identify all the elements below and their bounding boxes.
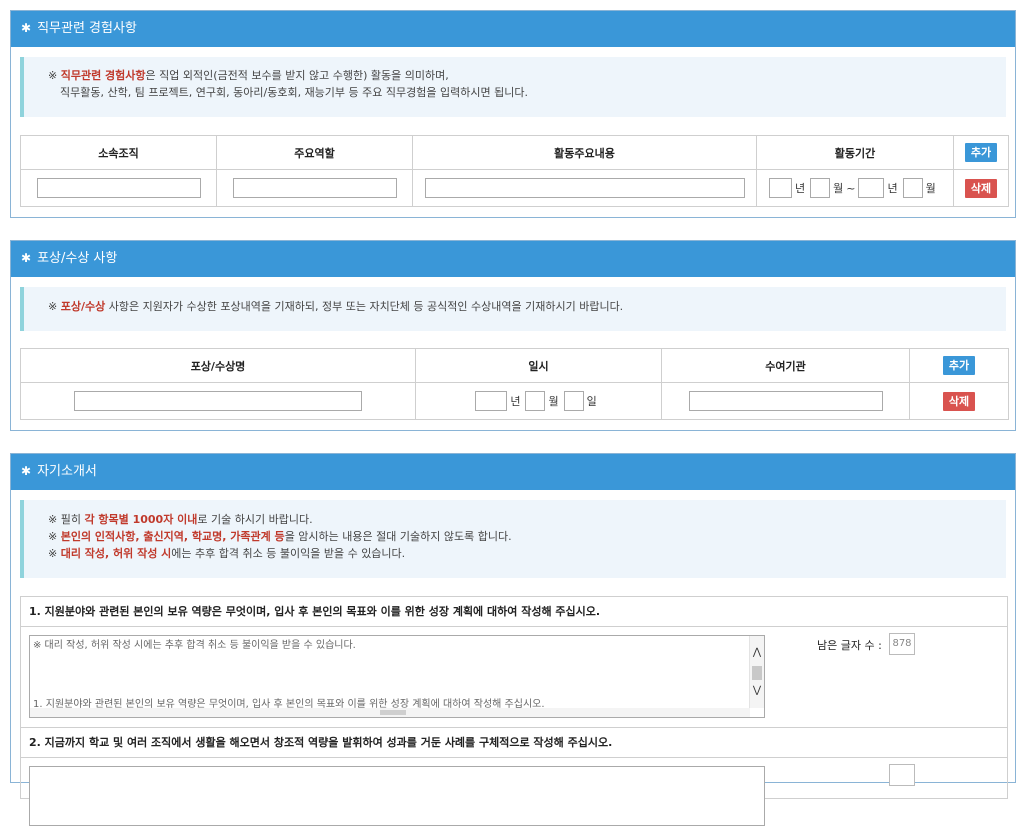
awards-section: ✱ 포상/수상 사항 ※ 포상/수상 사항은 지원자가 수상한 포상내역을 기재하… [10, 240, 1016, 431]
activity-input[interactable] [424, 178, 745, 198]
scroll-down-icon[interactable]: ⋁ [750, 684, 764, 698]
questions-table: 1. 지원분야와 관련된 본인의 보유 역량은 무엇이며, 입사 후 본인의 목… [20, 596, 1008, 826]
award-day-input[interactable] [563, 391, 584, 411]
col-award-name: 포상/수상명 [20, 348, 416, 383]
issuer-input[interactable] [688, 391, 883, 411]
start-year-input[interactable] [769, 178, 792, 198]
experience-table: 소속조직 주요역할 활동주요내용 활동기간 추가 년 월 ~ 년 월 삭제 [20, 135, 1009, 207]
year-label: 년 [510, 395, 521, 408]
notice-text: 사항은 지원자가 수상한 포상내역을 기재하되, 정부 또는 자치단체 등 공식… [105, 300, 624, 313]
textarea-line: ※ 대리 작성, 허위 작성 시에는 추후 합격 취소 등 불이익을 받을 수 … [33, 640, 356, 651]
awards-table: 포상/수상명 일시 수여기관 추가 년 월 일 삭제 [20, 348, 1009, 420]
notice-text: 을 암시하는 내용은 절대 기술하지 않도록 합니다. [284, 530, 512, 543]
col-role: 주요역할 [216, 135, 413, 170]
hscroll-thumb[interactable] [380, 710, 406, 715]
organization-input[interactable] [36, 178, 201, 198]
month-label: 월 [833, 182, 844, 195]
notice-text: 에는 추후 합격 취소 등 불이익을 받을 수 있습니다. [171, 547, 406, 560]
question-2-body [20, 758, 1008, 826]
experience-title: 직무관련 경험사항 [37, 21, 137, 36]
scroll-thumb[interactable] [752, 666, 762, 680]
awards-title: 포상/수상 사항 [37, 251, 118, 266]
notice-highlight: 각 항목별 1000자 이내 [84, 513, 198, 526]
notice-highlight: 대리 작성, 허위 작성 시 [60, 547, 172, 560]
intro-section: ✱ 자기소개서 ※ 필히 각 항목별 1000자 이내로 기술 하시기 바랍니다.… [10, 453, 1016, 826]
tilde-label: ~ [846, 181, 856, 195]
year-label: 년 [887, 182, 898, 195]
start-month-input[interactable] [810, 178, 831, 198]
asterisk-icon: ✱ [21, 21, 32, 35]
delete-award-button[interactable]: 삭제 [942, 391, 976, 411]
award-name-input[interactable] [74, 391, 362, 411]
notice-highlight: 직무관련 경험사항 [60, 69, 146, 82]
intro-title: 자기소개서 [37, 464, 97, 479]
month-label: 월 [925, 182, 936, 195]
col-organization: 소속조직 [20, 135, 217, 170]
remaining-chars-label: 남은 글자 수 : [817, 639, 882, 652]
question-1-title: 1. 지원분야와 관련된 본인의 보유 역량은 무엇이며, 입사 후 본인의 목… [29, 605, 601, 618]
experience-notice: ※ 직무관련 경험사항은 직업 외적인(금전적 보수를 받지 않고 수행한) 활… [20, 57, 1006, 117]
awards-notice: ※ 포상/수상 사항은 지원자가 수상한 포상내역을 기재하되, 정부 또는 자… [20, 287, 1006, 331]
delete-experience-button[interactable]: 삭제 [964, 178, 998, 198]
col-issuer: 수여기관 [661, 348, 910, 383]
vertical-scrollbar[interactable]: ⋀ ⋁ [749, 636, 764, 708]
col-period: 활동기간 [756, 135, 954, 170]
remaining-chars-value: 878 [889, 633, 915, 655]
experience-header: ✱ 직무관련 경험사항 [11, 11, 1015, 47]
notice-text: ※ 필히 [48, 513, 85, 526]
notice-text: ※ [48, 547, 61, 560]
award-year-input[interactable] [475, 391, 508, 411]
remaining-chars-value-2 [889, 764, 915, 786]
scroll-up-icon[interactable]: ⋀ [750, 646, 764, 660]
horizontal-scrollbar[interactable] [30, 708, 750, 717]
role-input[interactable] [232, 178, 397, 198]
intro-header: ✱ 자기소개서 [11, 454, 1015, 490]
intro-notice: ※ 필히 각 항목별 1000자 이내로 기술 하시기 바랍니다. ※ 본인의 … [20, 500, 1006, 578]
award-month-input[interactable] [525, 391, 546, 411]
end-year-input[interactable] [858, 178, 885, 198]
end-month-input[interactable] [902, 178, 923, 198]
asterisk-icon: ✱ [21, 251, 32, 265]
question-1-textarea[interactable]: ※ 대리 작성, 허위 작성 시에는 추후 합격 취소 등 불이익을 받을 수 … [29, 635, 765, 718]
month-label: 월 [548, 395, 559, 408]
year-label: 년 [795, 182, 806, 195]
notice-highlight: 본인의 인적사항, 출신지역, 학교명, 가족관계 등 [60, 530, 285, 543]
awards-header: ✱ 포상/수상 사항 [11, 241, 1015, 277]
question-2-header: 2. 지금까지 학교 및 여러 조직에서 생활을 해오면서 창조적 역량을 발휘… [20, 728, 1008, 758]
notice-line2: 직무활동, 산학, 팀 프로젝트, 연구회, 동아리/동호회, 재능기부 등 주… [60, 86, 528, 99]
add-experience-button[interactable]: 추가 [964, 143, 998, 162]
add-award-button[interactable]: 추가 [942, 356, 976, 375]
notice-text: ※ [48, 530, 61, 543]
notice-prefix: ※ [48, 300, 61, 313]
question-1-body: ※ 대리 작성, 허위 작성 시에는 추후 합격 취소 등 불이익을 받을 수 … [20, 627, 1008, 728]
question-2-title: 2. 지금까지 학교 및 여러 조직에서 생활을 해오면서 창조적 역량을 발휘… [29, 736, 613, 749]
question-2-textarea[interactable] [29, 766, 765, 826]
col-activity: 활동주요내용 [412, 135, 757, 170]
day-label: 일 [586, 395, 597, 408]
asterisk-icon: ✱ [21, 464, 32, 478]
question-1-header: 1. 지원분야와 관련된 본인의 보유 역량은 무엇이며, 입사 후 본인의 목… [20, 597, 1008, 627]
notice-text: 은 직업 외적인(금전적 보수를 받지 않고 수행한) 활동을 의미하며, [145, 69, 449, 82]
notice-prefix: ※ [48, 69, 61, 82]
experience-section: ✱ 직무관련 경험사항 ※ 직무관련 경험사항은 직업 외적인(금전적 보수를 받… [10, 10, 1016, 218]
notice-highlight: 포상/수상 [60, 300, 106, 313]
notice-text: 로 기술 하시기 바랍니다. [197, 513, 313, 526]
col-date: 일시 [415, 348, 662, 383]
